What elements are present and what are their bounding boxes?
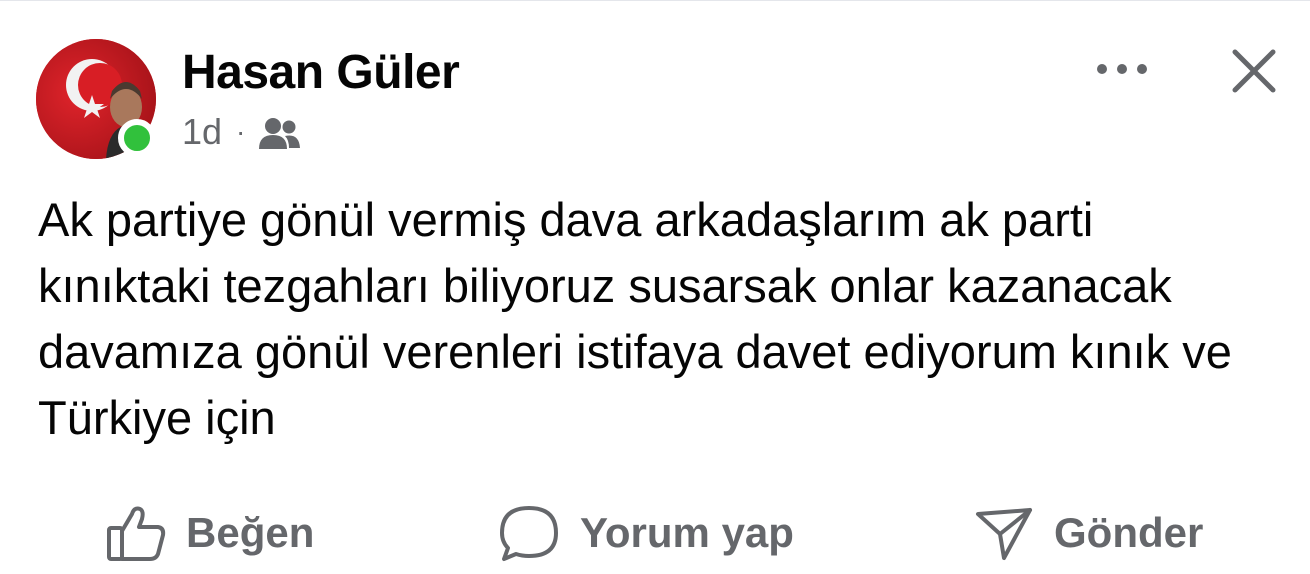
more-options-button[interactable] — [1092, 49, 1152, 89]
comment-button[interactable]: Yorum yap — [498, 491, 794, 574]
send-label: Gönder — [1054, 509, 1204, 556]
comment-bubble-icon — [500, 506, 558, 561]
like-label: Beğen — [186, 509, 315, 556]
post-timestamp[interactable]: 1d — [182, 111, 222, 153]
comment-label: Yorum yap — [580, 509, 794, 556]
more-horizontal-icon — [1097, 64, 1147, 74]
post-body-text: Ak partiye gönül vermiş dava arkadaşları… — [38, 193, 1232, 444]
facebook-post-card: Hasan Güler 1d · Ak partiye gönül vermiş… — [0, 0, 1310, 574]
post-action-bar: Beğen Yorum yap Gönder — [0, 491, 1310, 574]
author-name[interactable]: Hasan Güler — [182, 45, 460, 100]
close-button[interactable] — [1226, 43, 1282, 99]
close-icon — [1232, 49, 1276, 93]
like-button[interactable]: Beğen — [106, 491, 314, 574]
post-meta: 1d · — [182, 111, 301, 153]
send-icon — [976, 508, 1032, 560]
meta-separator: · — [236, 116, 246, 147]
online-status-indicator — [118, 119, 156, 157]
send-button[interactable]: Gönder — [974, 491, 1203, 574]
friends-icon — [259, 117, 301, 151]
thumbs-up-icon — [107, 506, 166, 561]
